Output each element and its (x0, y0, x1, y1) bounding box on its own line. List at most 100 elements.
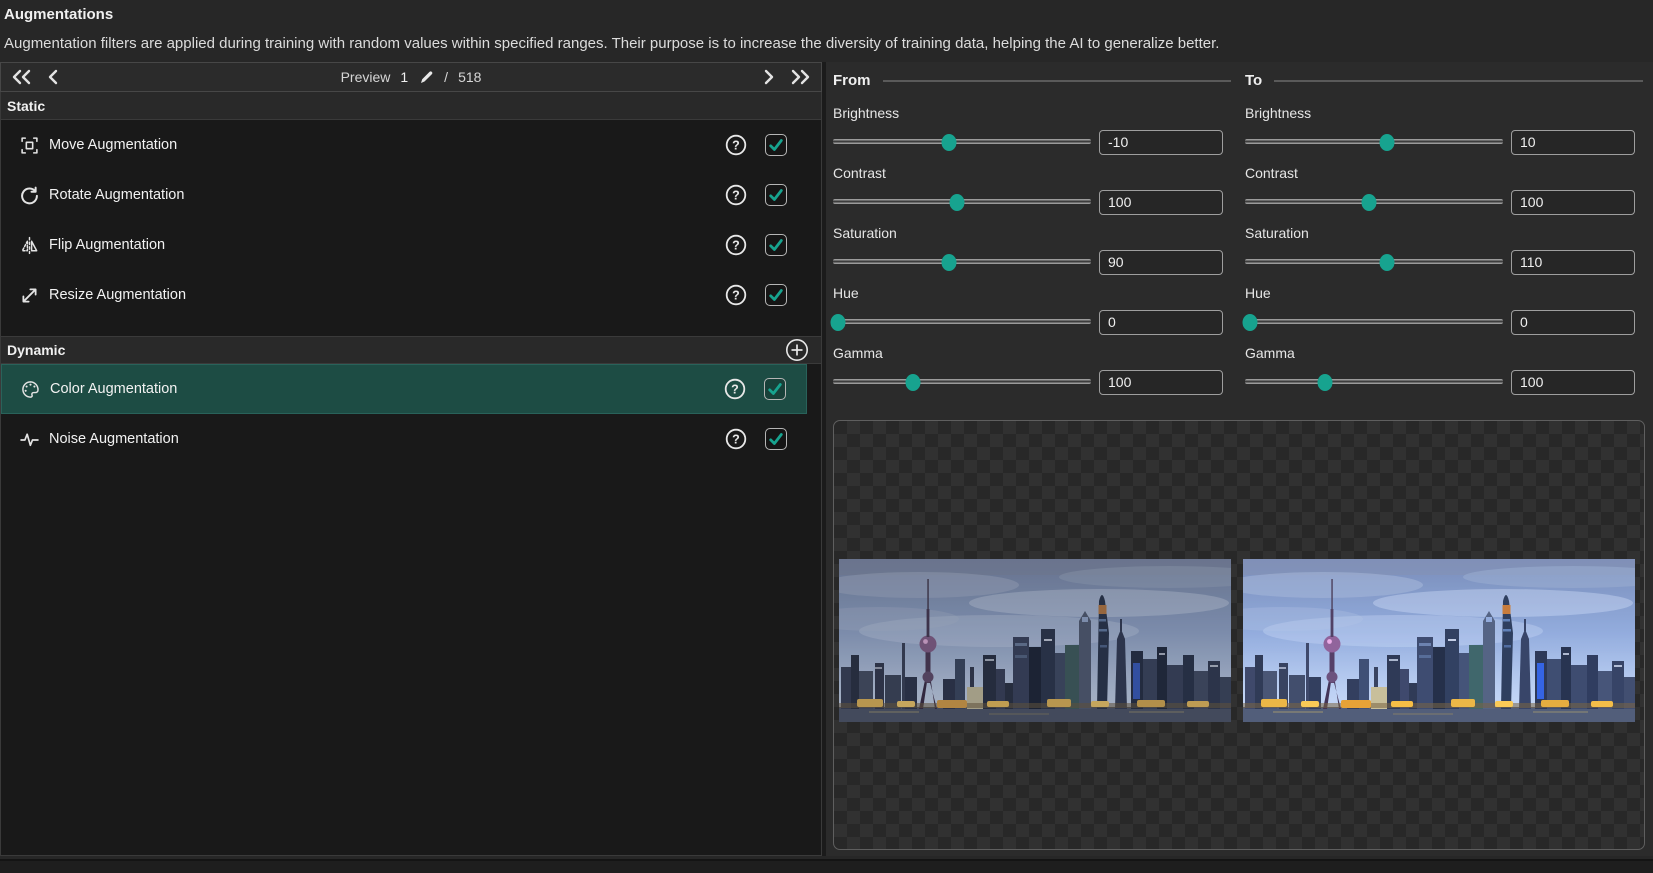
chevron-left-icon (47, 69, 59, 85)
preview-nav-bar: Preview 1 / 518 (0, 62, 822, 92)
help-icon: ? (725, 234, 747, 256)
slider-track[interactable] (1245, 319, 1503, 324)
slider-handle[interactable] (831, 314, 846, 331)
slider-handle[interactable] (905, 374, 920, 391)
enabled-checkbox[interactable] (765, 234, 787, 256)
enabled-checkbox[interactable] (765, 284, 787, 306)
help-button[interactable]: ? (725, 284, 747, 306)
from-saturation-input[interactable] (1099, 250, 1223, 275)
slider-track[interactable] (833, 379, 1091, 384)
slider-handle[interactable] (1361, 194, 1376, 211)
pencil-icon (418, 69, 434, 85)
list-item-rotate-augmentation[interactable]: Rotate Augmentation ? (1, 170, 807, 220)
to-column: To Brightness Contrast (1245, 72, 1643, 405)
to-gamma-group: Gamma (1245, 345, 1643, 395)
list-item-flip-augmentation[interactable]: Flip Augmentation ? (1, 220, 807, 270)
augmentation-preview-area (833, 420, 1645, 850)
check-icon (767, 286, 785, 304)
from-hue-input[interactable] (1099, 310, 1223, 335)
from-gamma-input[interactable] (1099, 370, 1223, 395)
to-brightness-input[interactable] (1511, 130, 1635, 155)
preview-image-to (1243, 559, 1635, 722)
enabled-checkbox[interactable] (765, 428, 787, 450)
from-gamma-group: Gamma (833, 345, 1231, 395)
list-item-move-augmentation[interactable]: Move Augmentation ? (1, 120, 807, 170)
slider-handle[interactable] (942, 254, 957, 271)
slider-label: Gamma (1245, 345, 1643, 361)
list-item-noise-augmentation[interactable]: Noise Augmentation ? (1, 414, 807, 464)
nav-left-group (9, 68, 61, 86)
from-saturation-slider[interactable] (833, 249, 1091, 275)
help-button[interactable]: ? (725, 428, 747, 450)
slider-handle[interactable] (949, 194, 964, 211)
to-contrast-slider[interactable] (1245, 189, 1503, 215)
header-rule (1274, 80, 1643, 82)
help-button[interactable]: ? (724, 378, 746, 400)
noise-icon (19, 430, 39, 449)
slider-label: Contrast (1245, 165, 1643, 181)
list-spacer (1, 320, 821, 336)
plus-circle-icon (785, 338, 809, 362)
to-saturation-input[interactable] (1511, 250, 1635, 275)
slider-label: Gamma (833, 345, 1231, 361)
page-title: Augmentations (4, 6, 1649, 23)
from-brightness-input[interactable] (1099, 130, 1223, 155)
help-icon: ? (725, 184, 747, 206)
from-brightness-slider[interactable] (833, 129, 1091, 155)
slider-handle[interactable] (942, 134, 957, 151)
slider-handle[interactable] (1379, 254, 1394, 271)
slider-label: Saturation (833, 225, 1231, 241)
to-column-header: To (1245, 72, 1643, 89)
enabled-checkbox[interactable] (765, 134, 787, 156)
to-saturation-slider[interactable] (1245, 249, 1503, 275)
help-button[interactable]: ? (725, 134, 747, 156)
to-hue-slider[interactable] (1245, 309, 1503, 335)
slider-track[interactable] (833, 319, 1091, 324)
enabled-checkbox[interactable] (764, 378, 786, 400)
slider-handle[interactable] (1379, 134, 1394, 151)
list-item-label: Move Augmentation (49, 137, 725, 153)
from-brightness-group: Brightness (833, 105, 1231, 155)
from-contrast-input[interactable] (1099, 190, 1223, 215)
preview-label: Preview (341, 69, 391, 85)
slider-track[interactable] (833, 259, 1091, 264)
to-brightness-slider[interactable] (1245, 129, 1503, 155)
from-column: From Brightness Contrast (833, 72, 1231, 405)
nav-right-group (761, 68, 813, 86)
slider-label: Hue (1245, 285, 1643, 301)
first-page-button[interactable] (9, 68, 35, 86)
slider-track[interactable] (1245, 139, 1503, 144)
previous-page-button[interactable] (45, 68, 61, 86)
slider-label: Saturation (1245, 225, 1643, 241)
last-page-button[interactable] (787, 68, 813, 86)
list-item-color-augmentation[interactable]: Color Augmentation ? (1, 364, 807, 414)
help-button[interactable]: ? (725, 184, 747, 206)
from-gamma-slider[interactable] (833, 369, 1091, 395)
to-hue-input[interactable] (1511, 310, 1635, 335)
slider-handle[interactable] (1317, 374, 1332, 391)
slider-track[interactable] (1245, 379, 1503, 384)
help-icon: ? (725, 134, 747, 156)
add-augmentation-button[interactable] (785, 338, 809, 362)
from-contrast-slider[interactable] (833, 189, 1091, 215)
move-icon (19, 136, 39, 155)
to-gamma-slider[interactable] (1245, 369, 1503, 395)
slider-track[interactable] (833, 139, 1091, 144)
to-contrast-input[interactable] (1511, 190, 1635, 215)
column-title: From (833, 72, 871, 89)
to-gamma-input[interactable] (1511, 370, 1635, 395)
enabled-checkbox[interactable] (765, 184, 787, 206)
list-item-resize-augmentation[interactable]: Resize Augmentation ? (1, 270, 807, 320)
next-page-button[interactable] (761, 68, 777, 86)
edit-page-button[interactable] (418, 69, 434, 85)
from-hue-slider[interactable] (833, 309, 1091, 335)
current-page-number[interactable]: 1 (400, 69, 408, 85)
double-chevron-left-icon (11, 69, 33, 85)
double-chevron-right-icon (789, 69, 811, 85)
augmentation-panel: Preview 1 / 518 St (0, 62, 822, 856)
preview-counter: Preview 1 / 518 (1, 69, 821, 85)
help-button[interactable]: ? (725, 234, 747, 256)
slider-handle[interactable] (1243, 314, 1258, 331)
total-pages: 518 (458, 69, 481, 85)
slider-track[interactable] (1245, 259, 1503, 264)
